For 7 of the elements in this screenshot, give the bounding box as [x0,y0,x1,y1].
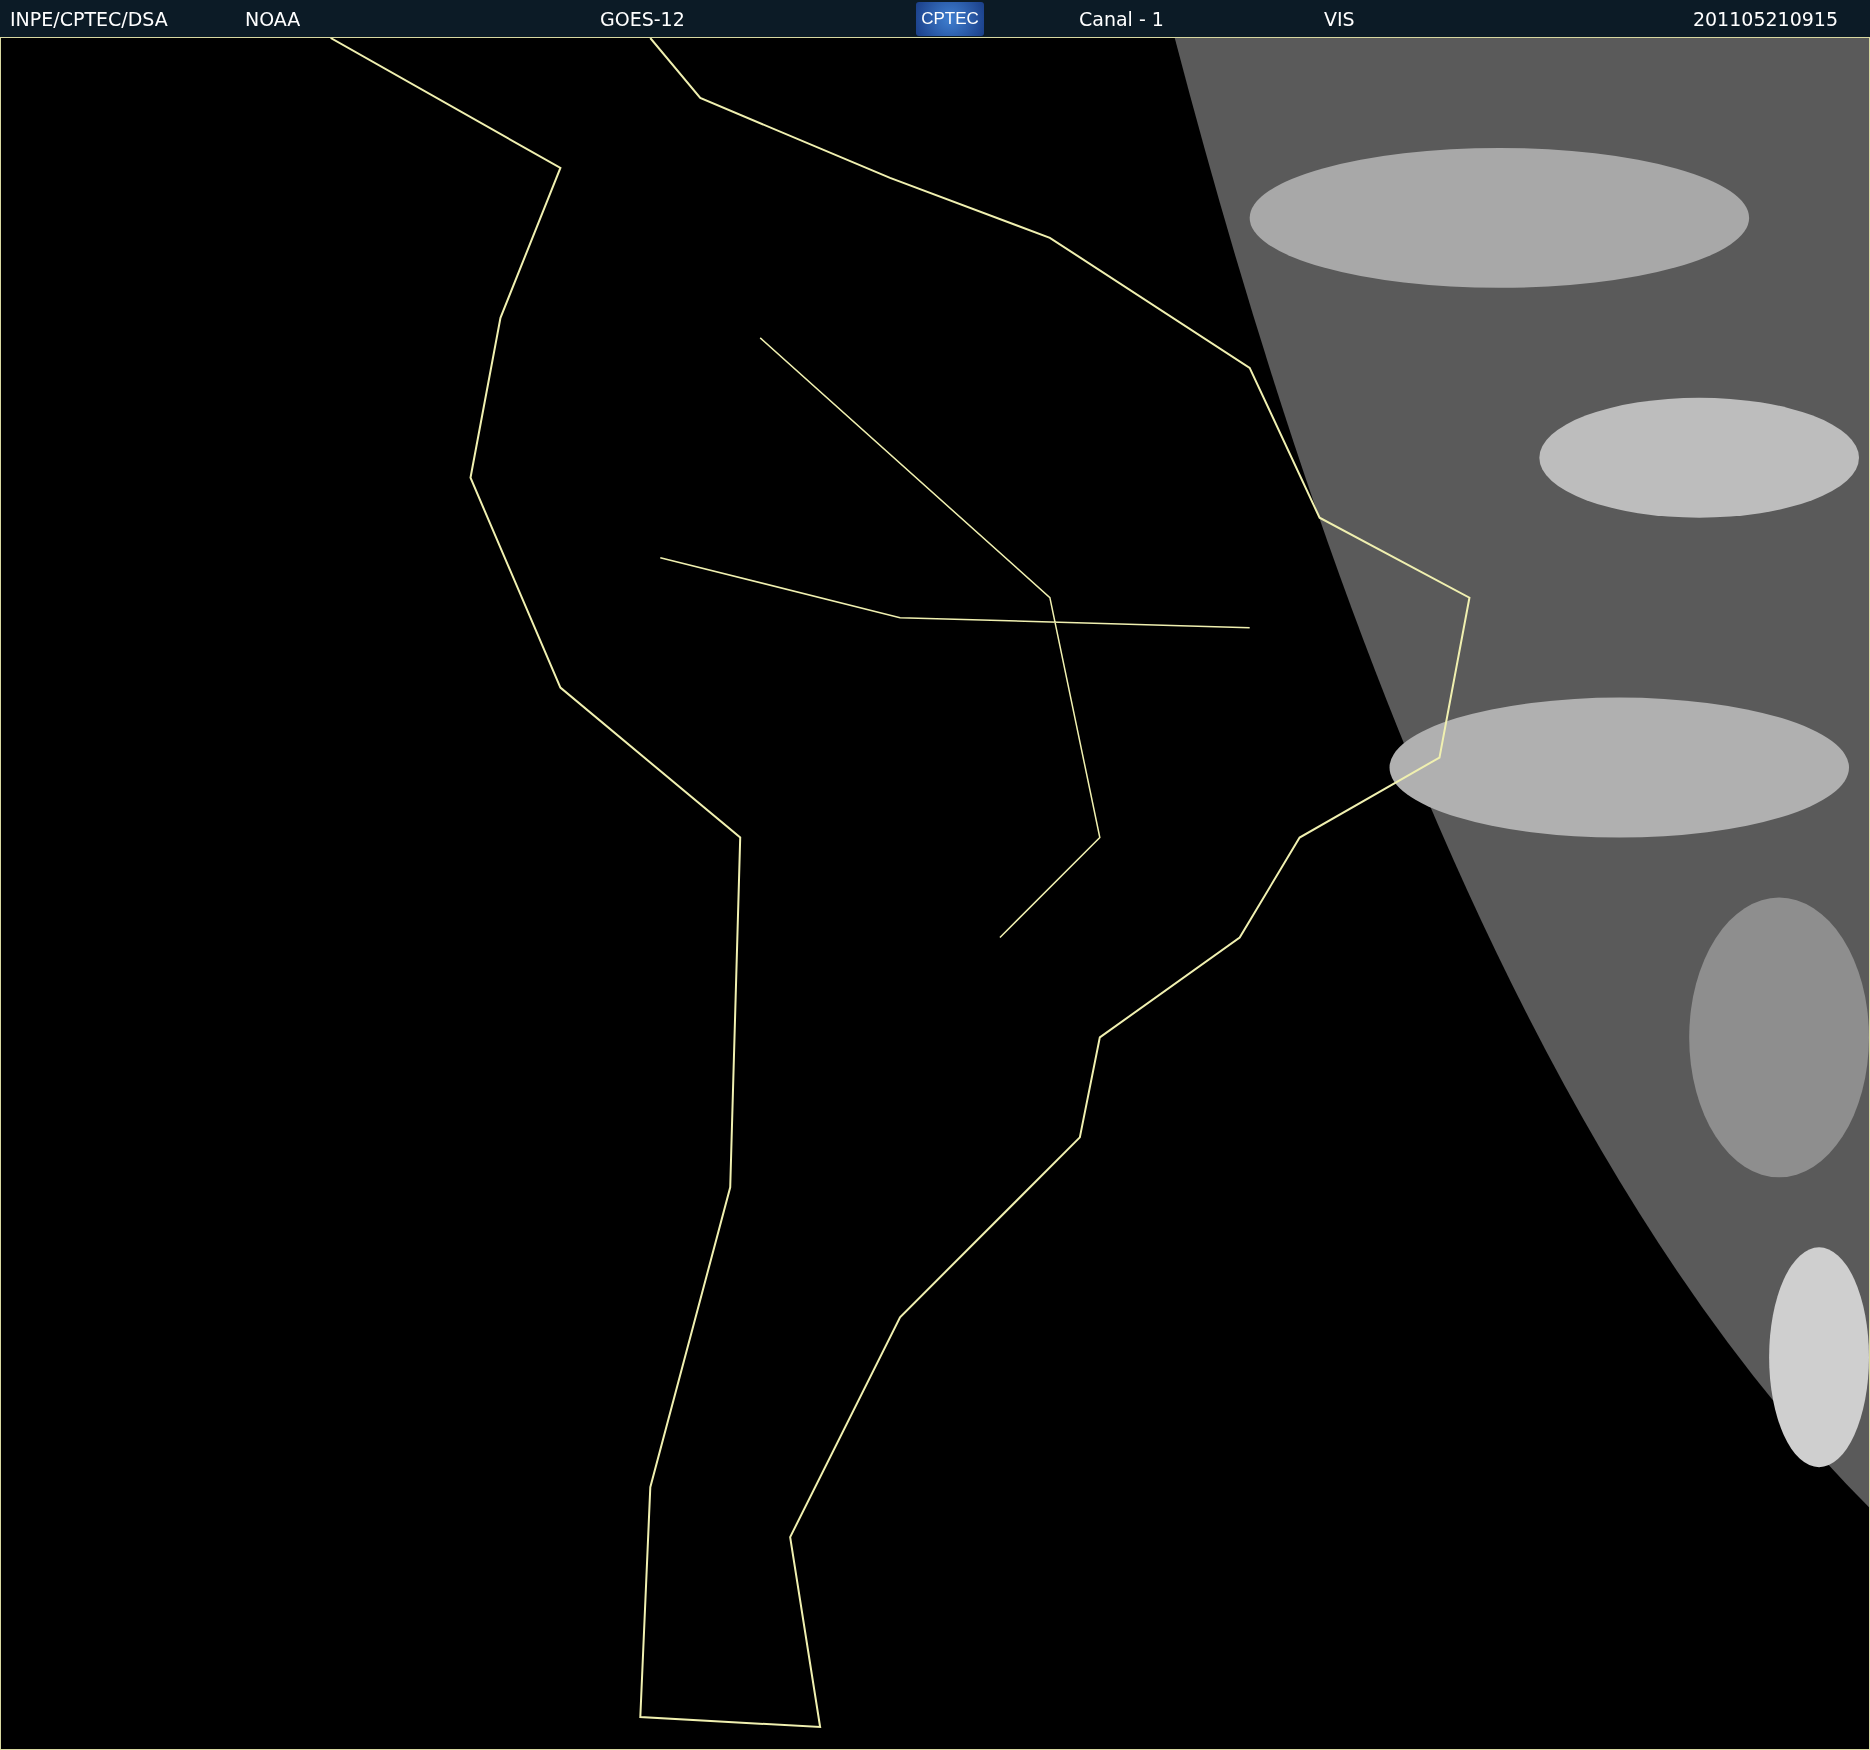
agency-label: NOAA [245,7,301,30]
timestamp-label: 201105210915 [1692,7,1838,30]
channel-label: Canal - 1 [1079,7,1164,30]
source-label: INPE/CPTEC/DSA [10,7,168,30]
logo: CPTEC [916,1,984,36]
band-label: VIS [1324,7,1355,30]
satellite-label: GOES-12 [600,7,685,30]
